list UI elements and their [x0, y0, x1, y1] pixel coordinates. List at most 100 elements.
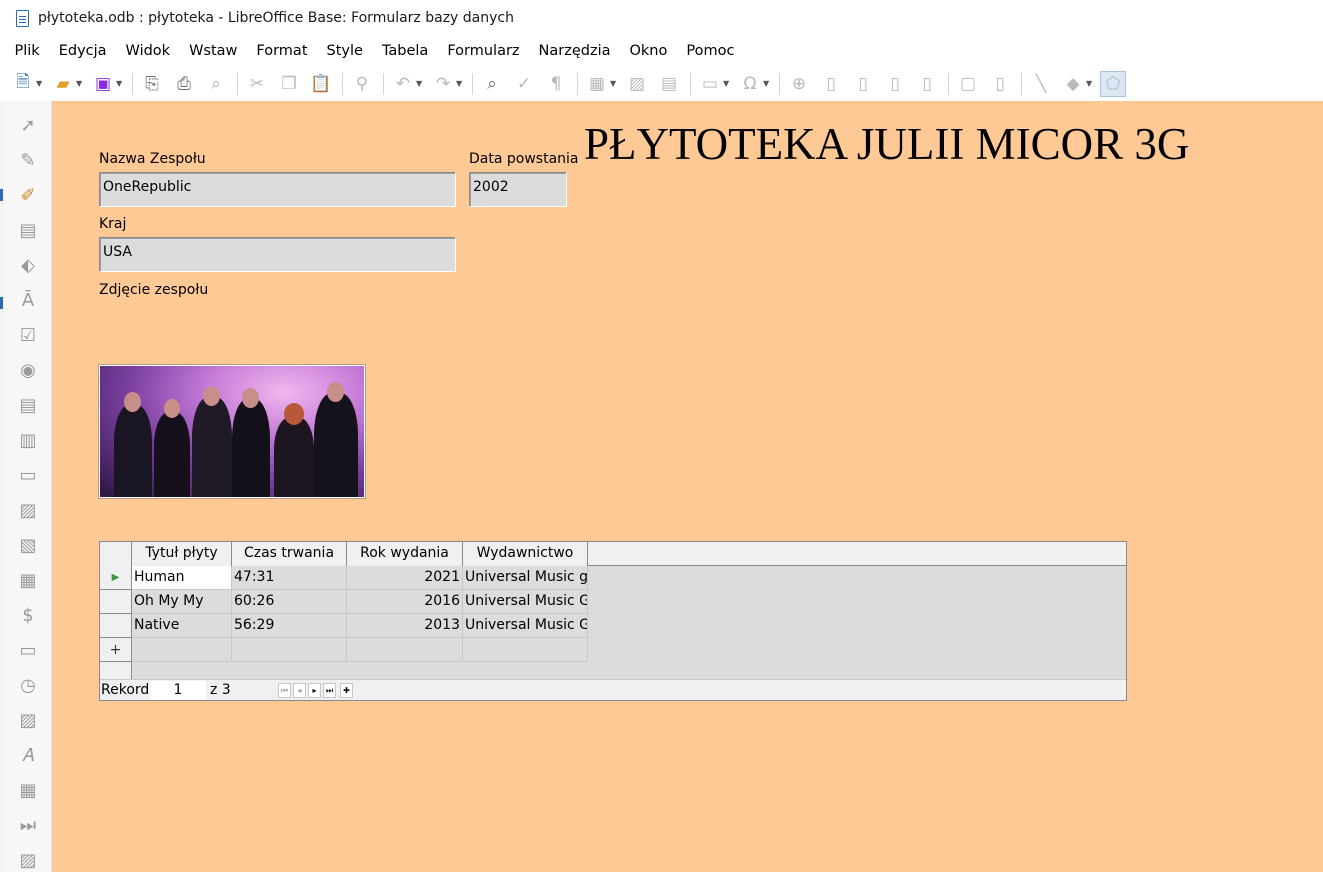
chevron-down-icon[interactable]: ▼: [116, 79, 124, 88]
menu-okno[interactable]: Okno: [620, 43, 677, 59]
column-header-year[interactable]: Rok wydania: [347, 542, 463, 566]
country-field[interactable]: USA: [99, 237, 456, 272]
select-pointer-icon[interactable]: ➚: [16, 113, 40, 137]
control-wizards-icon[interactable]: ✐: [16, 183, 40, 207]
table-cell[interactable]: Universal Music Gr: [463, 590, 588, 614]
albums-table[interactable]: Tytuł płyty Czas trwania Rok wydania Wyd…: [99, 541, 1127, 701]
special-character-icon[interactable]: Ω: [737, 71, 763, 97]
founded-field[interactable]: 2002: [469, 172, 567, 207]
print-icon[interactable]: ⎙: [171, 71, 197, 97]
hyperlink-icon[interactable]: ⊕: [786, 71, 812, 97]
cross-reference-icon[interactable]: ▯: [914, 71, 940, 97]
menu-wstaw[interactable]: Wstaw: [180, 43, 247, 59]
insert-table-icon[interactable]: ▦: [584, 71, 610, 97]
basic-shapes-icon[interactable]: ◆: [1060, 71, 1086, 97]
table-cell-new[interactable]: [132, 638, 232, 662]
last-record-icon[interactable]: ⏭: [323, 683, 336, 698]
menu-plik[interactable]: Plik: [5, 43, 49, 59]
table-cell[interactable]: 2016: [347, 590, 463, 614]
print-preview-icon[interactable]: ⌕: [203, 71, 229, 97]
column-header-duration[interactable]: Czas trwania: [232, 542, 347, 566]
band-photo[interactable]: [98, 364, 366, 499]
endnote-icon[interactable]: ▯: [850, 71, 876, 97]
option-button-icon[interactable]: ◉: [16, 358, 40, 382]
date-field-icon[interactable]: ▦: [16, 568, 40, 592]
formatted-field-icon[interactable]: ▧: [16, 533, 40, 557]
insert-line-icon[interactable]: ╲: [1028, 71, 1054, 97]
chevron-down-icon[interactable]: ▼: [36, 79, 44, 88]
insert-field-icon[interactable]: ▭: [697, 71, 723, 97]
table-cell[interactable]: Human: [132, 566, 232, 590]
save-icon[interactable]: ▣: [90, 71, 116, 97]
push-button-icon[interactable]: ▭: [16, 463, 40, 487]
find-replace-icon[interactable]: ⌕: [479, 71, 505, 97]
pattern-field-icon[interactable]: ▭: [16, 638, 40, 662]
record-number-input[interactable]: 1: [150, 681, 206, 700]
table-cell[interactable]: Universal Music gr: [463, 566, 588, 590]
chevron-down-icon[interactable]: ▼: [610, 79, 618, 88]
column-header-title[interactable]: Tytuł płyty: [132, 542, 232, 566]
table-control-icon[interactable]: ▦: [16, 778, 40, 802]
new-record-icon[interactable]: ✚: [340, 683, 353, 698]
row-header[interactable]: [100, 590, 132, 614]
bookmark-icon[interactable]: ▯: [882, 71, 908, 97]
chevron-down-icon[interactable]: ▼: [1086, 79, 1094, 88]
column-header-publisher[interactable]: Wydawnictwo: [463, 542, 588, 566]
chevron-down-icon[interactable]: ▼: [416, 79, 424, 88]
menu-tabela[interactable]: Tabela: [372, 43, 437, 59]
row-header-current[interactable]: ▶: [100, 566, 132, 590]
spelling-icon[interactable]: ✓: [511, 71, 537, 97]
check-box-icon[interactable]: ☑: [16, 323, 40, 347]
image-button-icon[interactable]: ▨: [16, 498, 40, 522]
table-cell[interactable]: Oh My My: [132, 590, 232, 614]
menu-edycja[interactable]: Edycja: [49, 43, 116, 59]
next-record-icon[interactable]: ▸: [308, 683, 321, 698]
menu-pomoc[interactable]: Pomoc: [677, 43, 744, 59]
export-pdf-icon[interactable]: ⎘: [139, 71, 165, 97]
first-record-icon[interactable]: ⏮: [278, 683, 291, 698]
menu-formularz[interactable]: Formularz: [438, 43, 529, 59]
track-changes-icon[interactable]: ▯: [987, 71, 1013, 97]
label-field-icon[interactable]: ⬖: [16, 253, 40, 277]
table-cell-new[interactable]: [463, 638, 588, 662]
show-draw-functions-icon[interactable]: ⬠: [1100, 70, 1126, 97]
clone-formatting-icon[interactable]: ⚲: [349, 71, 375, 97]
previous-record-icon[interactable]: ◂: [293, 683, 306, 698]
list-box-icon[interactable]: ▤: [16, 393, 40, 417]
table-cell[interactable]: Universal Music Gr: [463, 614, 588, 638]
table-cell[interactable]: Native: [132, 614, 232, 638]
table-cell[interactable]: 56:29: [232, 614, 347, 638]
formatting-marks-icon[interactable]: ¶: [543, 71, 569, 97]
font-icon[interactable]: 𝐴: [16, 743, 40, 767]
image-control-icon[interactable]: ▨: [16, 708, 40, 732]
insert-textbox-icon[interactable]: ▤: [656, 71, 682, 97]
time-field-icon[interactable]: ◷: [16, 673, 40, 697]
footnote-icon[interactable]: ▯: [818, 71, 844, 97]
redo-icon[interactable]: ↷: [430, 71, 456, 97]
menu-format[interactable]: Format: [247, 43, 317, 59]
insert-image-icon[interactable]: ▨: [624, 71, 650, 97]
currency-field-icon[interactable]: $: [16, 603, 40, 627]
band-name-field[interactable]: OneRepublic: [99, 172, 456, 207]
menu-widok[interactable]: Widok: [116, 43, 180, 59]
table-cell-new[interactable]: [347, 638, 463, 662]
design-mode-icon[interactable]: ✎: [16, 148, 40, 172]
table-cell-new[interactable]: [232, 638, 347, 662]
copy-icon[interactable]: ❐: [276, 71, 302, 97]
table-cell[interactable]: 60:26: [232, 590, 347, 614]
table-cell[interactable]: 2021: [347, 566, 463, 590]
menu-style[interactable]: Style: [317, 43, 372, 59]
chevron-down-icon[interactable]: ▼: [763, 79, 771, 88]
chevron-down-icon[interactable]: ▼: [723, 79, 731, 88]
comment-icon[interactable]: ▢: [955, 71, 981, 97]
text-box-icon[interactable]: Ā: [16, 288, 40, 312]
form-properties-icon[interactable]: ▤: [16, 218, 40, 242]
table-cell[interactable]: 47:31: [232, 566, 347, 590]
row-header-new[interactable]: +: [100, 638, 132, 662]
combo-box-icon[interactable]: ▥: [16, 428, 40, 452]
new-document-icon[interactable]: 🗎: [10, 71, 36, 97]
cut-icon[interactable]: ✂: [244, 71, 270, 97]
paste-icon[interactable]: 📋: [308, 71, 334, 97]
row-header[interactable]: [100, 614, 132, 638]
open-folder-icon[interactable]: ▰: [50, 71, 76, 97]
